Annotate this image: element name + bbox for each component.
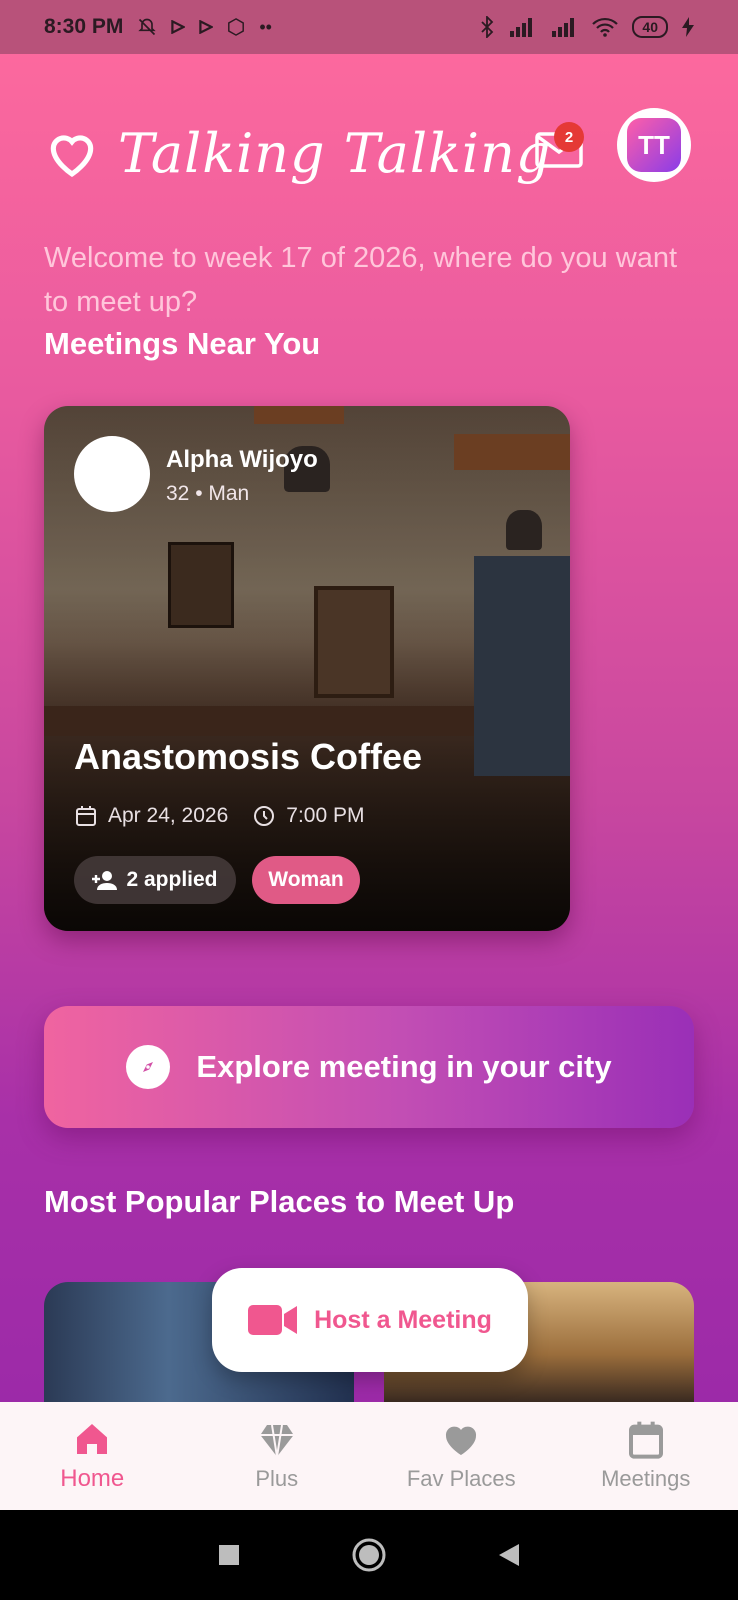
photo-detail bbox=[474, 556, 570, 776]
home-circle-icon[interactable] bbox=[351, 1537, 387, 1573]
mi-icon bbox=[228, 18, 245, 36]
charging-icon bbox=[682, 17, 694, 37]
host-avatar[interactable] bbox=[74, 436, 150, 512]
welcome-text: Welcome to week 17 of 2026, where do you… bbox=[44, 242, 678, 318]
meeting-date: Apr 24, 2026 bbox=[108, 804, 229, 827]
photo-detail bbox=[314, 586, 394, 698]
explore-city-button[interactable]: Explore meeting in your city bbox=[44, 1006, 694, 1128]
wifi-icon bbox=[592, 17, 619, 37]
host-name: Alpha Wijoyo bbox=[166, 446, 318, 473]
photo-detail bbox=[168, 542, 234, 628]
nav-label: Plus bbox=[255, 1466, 299, 1491]
signal-icon bbox=[552, 18, 575, 37]
host-meeting-button[interactable]: Host a Meeting bbox=[212, 1268, 528, 1372]
home-icon bbox=[77, 1424, 108, 1454]
app-title: Talking Talking bbox=[118, 121, 552, 185]
applied-badge: 2 applied bbox=[74, 856, 236, 904]
app-header: Talking Talking 2 TT bbox=[44, 108, 694, 198]
status-bar: 8:30 PM •• 40 bbox=[0, 0, 738, 54]
host-meta: 32 • Man bbox=[166, 482, 250, 505]
nav-item-fav-places[interactable]: Fav Places bbox=[369, 1420, 553, 1492]
clock-icon bbox=[254, 806, 275, 826]
heart-logo-icon bbox=[50, 135, 94, 178]
back-icon[interactable] bbox=[497, 1542, 521, 1568]
nav-label: Meetings bbox=[601, 1466, 691, 1491]
meeting-card[interactable]: Alpha Wijoyo 32 • Man Anastomosis Coffee… bbox=[44, 406, 570, 931]
signal-icon bbox=[510, 18, 533, 37]
meeting-time: 7:00 PM bbox=[286, 804, 365, 827]
more-dots-icon: •• bbox=[259, 16, 272, 37]
notification-badge: 2 bbox=[554, 122, 584, 152]
diamond-icon bbox=[260, 1424, 294, 1457]
play-icon bbox=[171, 20, 186, 34]
nav-item-plus[interactable]: Plus bbox=[185, 1420, 369, 1492]
bluetooth-icon bbox=[481, 16, 494, 38]
section-title-popular: Most Popular Places to Meet Up bbox=[44, 1184, 515, 1219]
nav-item-meetings[interactable]: Meetings bbox=[554, 1420, 738, 1492]
photo-detail bbox=[506, 510, 542, 550]
nav-item-home[interactable]: Home bbox=[0, 1419, 184, 1493]
compass-icon bbox=[126, 1045, 171, 1089]
heart-icon bbox=[446, 1426, 477, 1455]
profile-avatar-button[interactable]: TT bbox=[617, 108, 691, 182]
battery-icon: 40 bbox=[632, 16, 668, 38]
place-name: Anastomosis Coffee bbox=[74, 736, 423, 777]
avatar: TT bbox=[627, 118, 681, 172]
recents-icon[interactable] bbox=[217, 1543, 241, 1567]
applied-count: 2 applied bbox=[126, 868, 218, 891]
photo-detail bbox=[454, 434, 570, 470]
gender-tag: Woman bbox=[252, 856, 360, 904]
play-icon bbox=[199, 20, 214, 34]
video-camera-icon bbox=[248, 1305, 298, 1335]
bottom-nav: Home Plus Fav Places Meetings bbox=[0, 1402, 738, 1510]
nav-label: Fav Places bbox=[406, 1466, 516, 1491]
status-time: 8:30 PM bbox=[44, 15, 124, 38]
date-time-row: Apr 24, 2026 7:00 PM bbox=[74, 804, 364, 828]
host-meeting-label: Host a Meeting bbox=[314, 1305, 492, 1334]
section-title-near: Meetings Near You bbox=[44, 326, 321, 361]
photo-detail bbox=[254, 406, 344, 424]
explore-label: Explore meeting in your city bbox=[196, 1049, 612, 1084]
bell-off-icon bbox=[138, 18, 157, 36]
add-person-icon bbox=[92, 871, 118, 890]
system-nav-bar bbox=[0, 1510, 738, 1600]
calendar-icon bbox=[628, 1421, 663, 1459]
nav-label: Home bbox=[60, 1465, 125, 1492]
calendar-icon bbox=[76, 806, 96, 826]
